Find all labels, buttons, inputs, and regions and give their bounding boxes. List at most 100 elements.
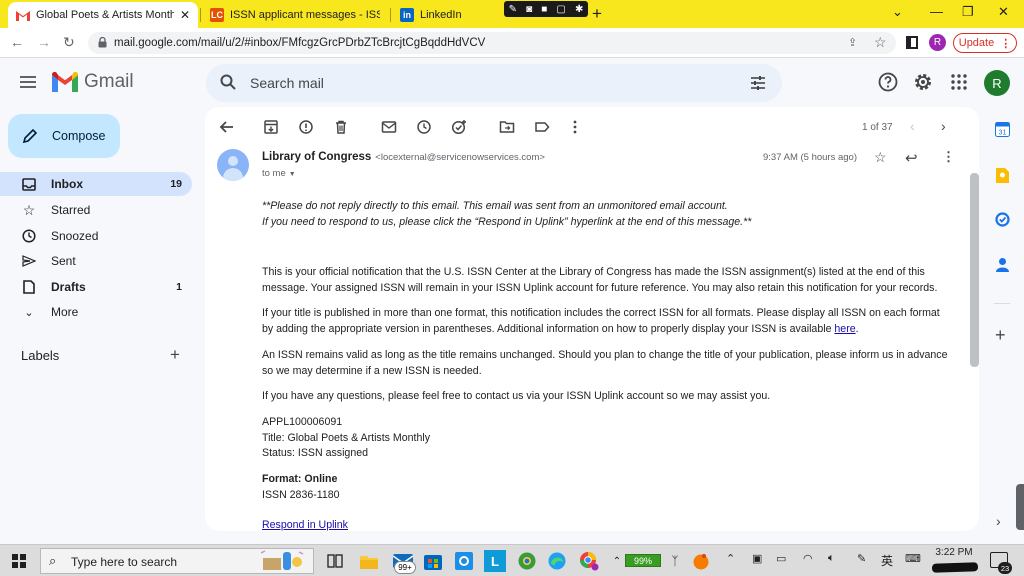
taskbar-clock[interactable]: 3:22 PM (930, 547, 978, 558)
tab-close-icon[interactable]: ✕ (180, 8, 190, 22)
settings-icon[interactable]: ✎ (509, 4, 517, 15)
back-to-inbox-icon[interactable] (219, 119, 235, 135)
app-l-icon[interactable]: L (484, 550, 506, 572)
battery-meter[interactable]: 99% (625, 554, 661, 567)
delete-icon[interactable] (333, 119, 349, 135)
edge-browser-icon[interactable] (546, 550, 568, 572)
message-more-icon[interactable]: ⋮ (942, 149, 955, 165)
keep-notes-icon[interactable] (994, 167, 1010, 183)
create-label-button[interactable]: + (170, 345, 180, 365)
star-message-icon[interactable]: ☆ (874, 149, 887, 166)
settings-gear-icon[interactable] (913, 72, 933, 92)
account-avatar[interactable]: R (984, 70, 1010, 96)
tasks-icon[interactable] (994, 211, 1010, 227)
archive-icon[interactable] (263, 119, 279, 135)
compose-button[interactable]: Compose (8, 114, 120, 158)
sidebar-item-sent[interactable]: Sent (0, 249, 192, 273)
volume-icon[interactable]: 🔈︎ (828, 552, 835, 565)
caret-down-icon[interactable]: ▼ (289, 171, 296, 178)
wifi-indicator-icon[interactable]: ᛉ (664, 550, 686, 572)
move-to-icon[interactable] (499, 119, 515, 135)
reload-button[interactable]: ↻ (63, 34, 75, 51)
help-icon[interactable] (878, 72, 898, 92)
url-text[interactable]: mail.google.com/mail/u/2/#inbox/FMfcgzGr… (114, 37, 485, 49)
respond-in-uplink-link[interactable]: Respond in Uplink (262, 519, 348, 531)
chrome-profile-icon[interactable] (578, 550, 600, 572)
mark-unread-icon[interactable] (381, 119, 397, 135)
gmail-logo[interactable]: Gmail (52, 71, 134, 93)
update-button[interactable]: Update ⋮ (953, 33, 1017, 53)
notice-line-2: If you need to respond to us, please cli… (262, 215, 752, 228)
tab-issn-messages[interactable]: LC ISSN applicant messages - ISSN (202, 2, 388, 28)
sidebar-item-snoozed[interactable]: Snoozed (0, 224, 192, 248)
get-addons-button[interactable]: + (995, 325, 1006, 346)
browser-profile-avatar[interactable]: R (929, 34, 946, 51)
search-input[interactable] (250, 73, 710, 93)
task-view-icon[interactable] (324, 550, 346, 572)
battery-status-icon[interactable]: ▭ (776, 552, 786, 565)
apps-grid-icon[interactable] (949, 72, 969, 92)
recipient-line[interactable]: to me ▼ (262, 168, 296, 179)
body-paragraph-4: If you have any questions, please feel f… (262, 390, 771, 402)
gear-icon[interactable]: ✱ (575, 4, 583, 15)
sidebar-item-drafts[interactable]: Drafts 1 (0, 275, 192, 299)
sidebar-item-more[interactable]: ⌄ More (0, 300, 192, 324)
sidebar-item-starred[interactable]: ☆ Starred (0, 198, 192, 222)
svg-text:31: 31 (998, 129, 1006, 136)
close-window-button[interactable]: ✕ (998, 4, 1009, 20)
screen-capture-toolbar[interactable]: ✎ ◙ ■ ▢ ✱ (504, 1, 588, 17)
maximize-button[interactable]: ❐ (962, 4, 974, 20)
browser-tab-bar: Global Poets & Artists Monthly - ✕ LC IS… (0, 0, 1024, 28)
older-message-chevron-right-icon[interactable]: › (941, 118, 946, 134)
meet-now-icon[interactable]: ▣ (752, 552, 762, 565)
minimize-button[interactable]: — (930, 4, 943, 19)
chrome-yellow-icon[interactable] (516, 550, 538, 572)
report-spam-icon[interactable] (298, 119, 314, 135)
orange-app-icon[interactable] (690, 550, 712, 572)
file-explorer-icon[interactable] (358, 550, 380, 572)
network-icon[interactable]: ◠ (803, 552, 813, 565)
tab-search-chevron-icon[interactable]: ⌄ (892, 4, 903, 20)
windows-start-icon[interactable] (12, 554, 26, 568)
unread-count: 19 (170, 178, 182, 190)
video-icon[interactable]: ■ (541, 4, 547, 15)
more-options-icon[interactable] (567, 119, 583, 135)
bookmark-star-icon[interactable]: ☆ (874, 34, 887, 51)
camera-icon[interactable]: ◙ (526, 4, 532, 15)
pen-input-icon[interactable]: ✎ (857, 552, 866, 565)
contacts-icon[interactable] (994, 256, 1010, 272)
omnibox[interactable]: mail.google.com/mail/u/2/#inbox/FMfcgzGr… (88, 32, 896, 54)
newer-message-chevron-left-icon[interactable]: ‹ (910, 118, 915, 134)
share-icon[interactable]: ⇪ (848, 36, 857, 49)
new-tab-button[interactable]: + (592, 4, 602, 24)
body-paragraph-1: This is your official notification that … (262, 266, 938, 294)
search-highlight-illustration-icon[interactable] (258, 548, 306, 574)
show-hidden-icons-chevron-icon[interactable]: ⌃ (726, 552, 735, 565)
forward-button[interactable]: → (37, 34, 51, 50)
search-icon[interactable] (220, 74, 236, 90)
label-icon[interactable] (534, 119, 550, 135)
display-issn-help-link[interactable]: here (834, 323, 855, 335)
message-scrollbar[interactable] (970, 173, 979, 367)
tab-linkedin[interactable]: in LinkedIn (392, 2, 502, 28)
window-edge-handle[interactable] (1016, 484, 1024, 530)
ime-mode-indicator[interactable]: 英 (881, 552, 893, 569)
sidebar-item-inbox[interactable]: Inbox 19 (0, 172, 192, 196)
add-task-icon[interactable] (451, 119, 467, 135)
app-square-icon[interactable] (453, 550, 475, 572)
reply-icon[interactable]: ↩ (905, 149, 918, 167)
hide-side-panel-chevron-icon[interactable]: › (996, 513, 1001, 529)
microsoft-store-icon[interactable] (422, 550, 444, 572)
window-icon[interactable]: ▢ (556, 4, 565, 15)
back-button[interactable]: ← (10, 34, 24, 50)
calendar-icon[interactable]: 31 (994, 121, 1010, 137)
main-menu-icon[interactable] (20, 76, 36, 88)
search-options-icon[interactable] (750, 75, 766, 91)
tab-gmail[interactable]: Global Poets & Artists Monthly - ✕ (8, 2, 198, 28)
issn-number: ISSN 2836-1180 (262, 488, 340, 501)
sender-name[interactable]: Library of Congress (262, 151, 371, 163)
sender-avatar[interactable] (217, 149, 249, 181)
ime-keyboard-icon[interactable]: ⌨︎ (905, 552, 921, 565)
side-panel-icon[interactable] (906, 36, 918, 49)
snooze-clock-icon[interactable] (416, 119, 432, 135)
